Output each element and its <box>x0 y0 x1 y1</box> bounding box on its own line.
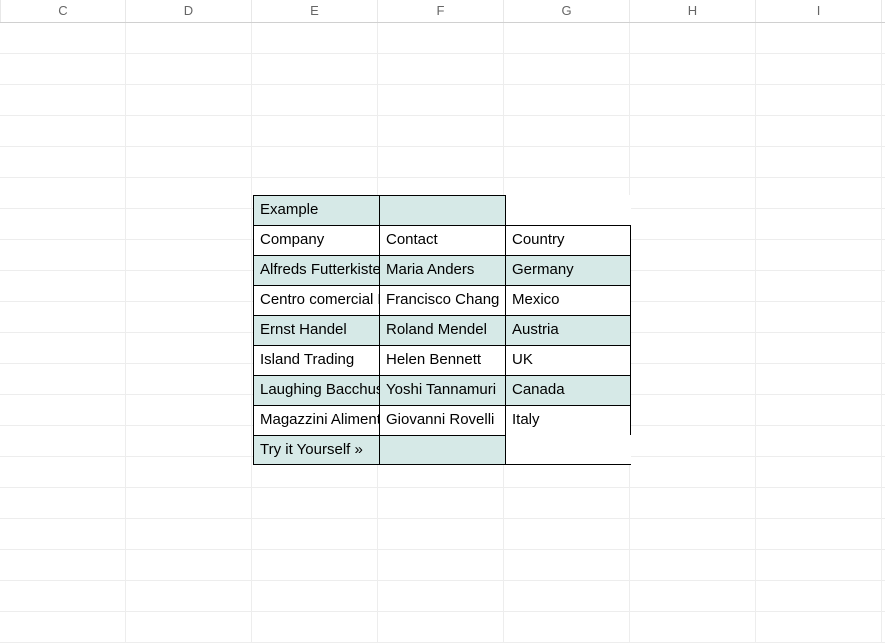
col-header-c[interactable]: C <box>0 0 126 22</box>
cell-company-1[interactable]: Centro comercial Moctezuma <box>253 285 379 315</box>
col-header-g[interactable]: G <box>504 0 630 22</box>
col-header-f[interactable]: F <box>378 0 504 22</box>
cell-country-5[interactable]: Italy <box>505 405 631 435</box>
cell-company-3[interactable]: Island Trading <box>253 345 379 375</box>
data-table: Example Company Contact Country Alfreds … <box>253 195 631 465</box>
cell-footer-blank[interactable] <box>379 435 505 465</box>
cell-footer[interactable]: Try it Yourself » <box>253 435 379 465</box>
cell-country-0[interactable]: Germany <box>505 255 631 285</box>
spreadsheet[interactable]: C D E F G H I Example <box>0 0 885 605</box>
col-header-d[interactable]: D <box>126 0 252 22</box>
cell-header-contact[interactable]: Contact <box>379 225 505 255</box>
cell-country-3[interactable]: UK <box>505 345 631 375</box>
cell-header-country[interactable]: Country <box>505 225 631 255</box>
cell-contact-1[interactable]: Francisco Chang <box>379 285 505 315</box>
cell-country-2[interactable]: Austria <box>505 315 631 345</box>
cell-footer-empty[interactable] <box>505 435 631 465</box>
cell-company-4[interactable]: Laughing Bacchus Winecellars <box>253 375 379 405</box>
cell-empty[interactable] <box>505 195 631 225</box>
cell-company-2[interactable]: Ernst Handel <box>253 315 379 345</box>
cell-contact-5[interactable]: Giovanni Rovelli <box>379 405 505 435</box>
grid-body[interactable]: Example Company Contact Country Alfreds … <box>0 23 885 643</box>
cell-company-0[interactable]: Alfreds Futterkiste <box>253 255 379 285</box>
cell-contact-4[interactable]: Yoshi Tannamuri <box>379 375 505 405</box>
col-header-e[interactable]: E <box>252 0 378 22</box>
cell-company-5[interactable]: Magazzini Alimentari Riuniti <box>253 405 379 435</box>
col-header-h[interactable]: H <box>630 0 756 22</box>
cell-title[interactable]: Example <box>253 195 379 225</box>
cell-contact-2[interactable]: Roland Mendel <box>379 315 505 345</box>
cell-contact-0[interactable]: Maria Anders <box>379 255 505 285</box>
column-headers: C D E F G H I <box>0 0 885 23</box>
cell-country-4[interactable]: Canada <box>505 375 631 405</box>
cell-header-company[interactable]: Company <box>253 225 379 255</box>
cell-country-1[interactable]: Mexico <box>505 285 631 315</box>
cell-contact-3[interactable]: Helen Bennett <box>379 345 505 375</box>
cell-blank[interactable] <box>379 195 505 225</box>
col-header-i[interactable]: I <box>756 0 882 22</box>
